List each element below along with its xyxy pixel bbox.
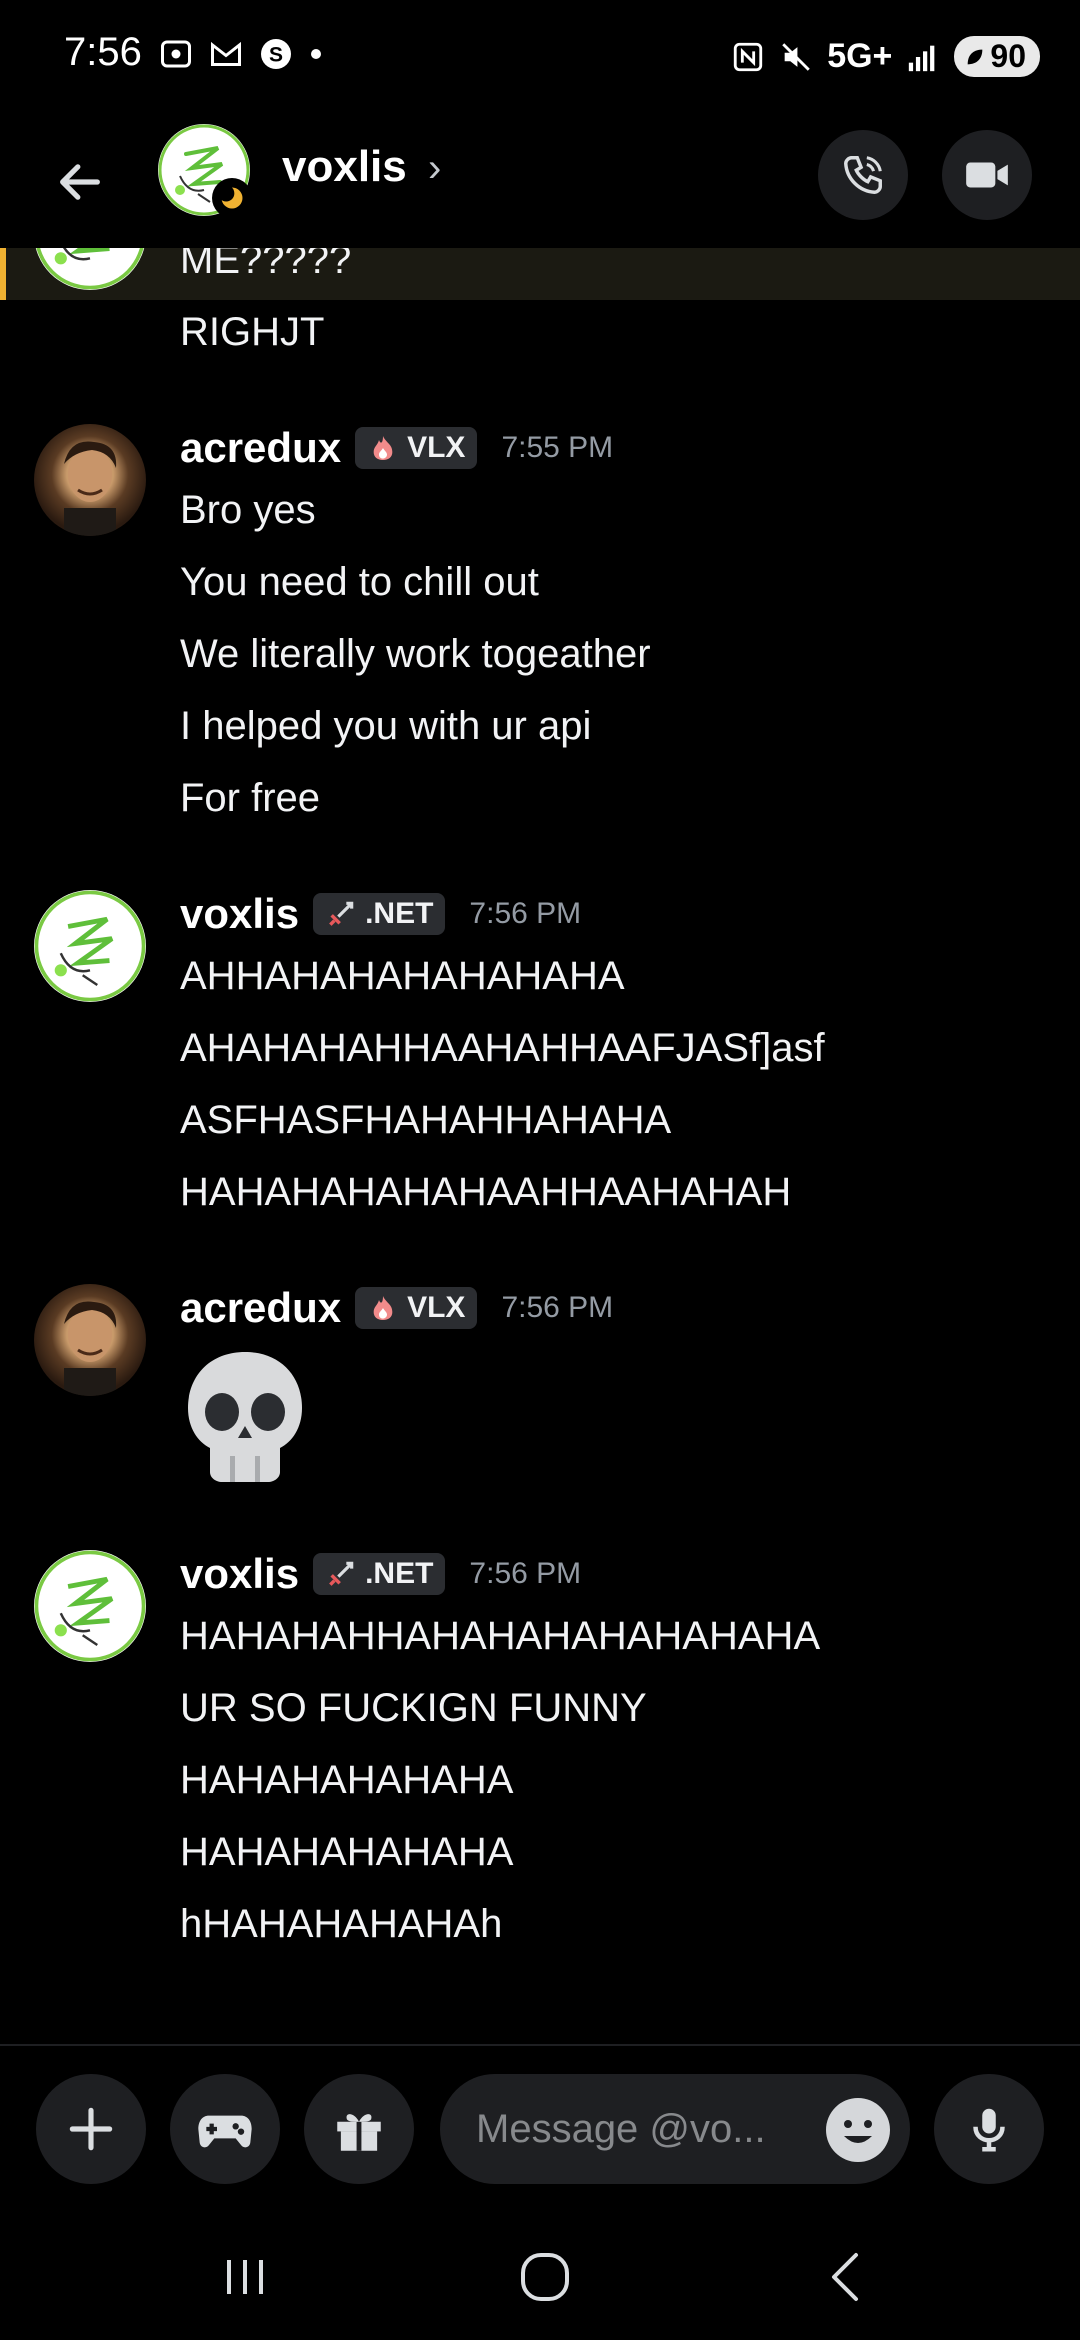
chat-header: voxlis › bbox=[0, 120, 1080, 248]
author-name[interactable]: acredux bbox=[180, 1284, 341, 1332]
message-header: acredux VLX 7:56 PM bbox=[180, 1284, 613, 1332]
sword-badge-icon bbox=[329, 1561, 354, 1586]
battery-indicator: 90 bbox=[954, 36, 1040, 77]
video-call-button[interactable] bbox=[942, 130, 1032, 220]
avatar[interactable] bbox=[34, 1284, 146, 1396]
message-text: ASFHASFHAHAHHAHAHA bbox=[180, 1098, 672, 1142]
home-button[interactable] bbox=[500, 2242, 590, 2312]
author-name[interactable]: voxlis bbox=[180, 890, 299, 938]
message-text: ME????? bbox=[180, 248, 352, 282]
clan-tag-label: VLX bbox=[407, 431, 466, 464]
clan-tag-label: .NET bbox=[365, 897, 434, 930]
mute-icon bbox=[782, 42, 810, 71]
message-text: HAHAHAHAHAHA bbox=[180, 1758, 514, 1802]
author-name[interactable]: acredux bbox=[180, 424, 341, 472]
message-text: I helped you with ur api bbox=[180, 704, 592, 748]
system-back-button[interactable] bbox=[800, 2242, 890, 2312]
flame-badge-icon bbox=[373, 1296, 393, 1320]
message-text: For free bbox=[180, 776, 321, 820]
gift-icon bbox=[337, 2114, 381, 2151]
status-bar: 7:56 S 5G+ 90 bbox=[0, 0, 1080, 120]
message-timestamp: 7:55 PM bbox=[501, 431, 614, 464]
recent-apps-icon bbox=[227, 2260, 263, 2294]
clan-tag[interactable]: VLX bbox=[355, 1287, 478, 1329]
clan-tag-label: VLX bbox=[407, 1291, 466, 1324]
activities-button[interactable] bbox=[170, 2074, 280, 2184]
mention-highlight bbox=[0, 248, 1080, 300]
clan-tag-label: .NET bbox=[365, 1557, 434, 1590]
avatar[interactable] bbox=[34, 890, 146, 1002]
svg-text:S: S bbox=[269, 44, 283, 67]
network-type: 5G+ bbox=[827, 37, 893, 75]
message-text: HAHAHAHAHAHA bbox=[180, 1830, 514, 1874]
smiley-icon bbox=[828, 2100, 888, 2160]
gift-button[interactable] bbox=[304, 2074, 414, 2184]
voice-message-button[interactable] bbox=[934, 2074, 1044, 2184]
screenshot-icon bbox=[161, 40, 191, 68]
author-name[interactable]: voxlis bbox=[180, 1550, 299, 1598]
system-icons: 5G+ 90 bbox=[731, 36, 1040, 77]
avatar[interactable] bbox=[34, 1550, 146, 1662]
skull-emoji bbox=[188, 1352, 302, 1482]
notification-icons: S bbox=[158, 36, 324, 72]
home-icon bbox=[521, 2253, 569, 2301]
gmail-icon bbox=[211, 41, 241, 66]
message-timestamp: 7:56 PM bbox=[469, 897, 582, 930]
message-input[interactable]: Message @vo... bbox=[440, 2074, 910, 2184]
back-button[interactable] bbox=[40, 142, 120, 222]
system-navigation-bar bbox=[0, 2212, 1080, 2340]
clan-tag[interactable]: VLX bbox=[355, 427, 478, 469]
message-header: voxlis .NET 7:56 PM bbox=[180, 890, 581, 938]
flame-badge-icon bbox=[373, 436, 393, 460]
message-text: RIGHJT bbox=[180, 310, 325, 354]
recent-apps-button[interactable] bbox=[200, 2242, 290, 2312]
signal-icon bbox=[909, 45, 935, 71]
clan-tag[interactable]: .NET bbox=[313, 1553, 446, 1595]
channel-name[interactable]: voxlis bbox=[282, 142, 407, 192]
message-text: HAHAHAHAHAHAAHHAAHAHAH bbox=[180, 1170, 792, 1214]
voice-call-button[interactable] bbox=[818, 130, 908, 220]
battery-level: 90 bbox=[990, 38, 1026, 74]
message-text: hHAHAHAHAHAh bbox=[180, 1902, 503, 1946]
message-text: AHHAHAHAHAHAHAHA bbox=[180, 954, 625, 998]
phone-icon bbox=[844, 156, 882, 194]
message-text: We literally work togeather bbox=[180, 632, 651, 676]
message-text: HAHAHAHHAHAHAHAHAHAHAHA bbox=[180, 1614, 821, 1658]
nfc-icon bbox=[734, 42, 763, 71]
battery-leaf-icon bbox=[968, 49, 983, 64]
chevron-right-icon[interactable]: › bbox=[428, 146, 441, 191]
skype-icon: S bbox=[261, 39, 291, 69]
avatar[interactable] bbox=[34, 424, 146, 536]
message-input-placeholder: Message @vo... bbox=[476, 2106, 766, 2151]
message-composer: Message @vo... bbox=[0, 2044, 1080, 2212]
message-text: AHAHAHAHHAAHAHHAAFJASf]asf bbox=[180, 1026, 825, 1070]
message-list[interactable]: ME????? RIGHJT acredux VLX 7:55 PM Bro y… bbox=[0, 248, 1080, 2044]
message-header: voxlis .NET 7:56 PM bbox=[180, 1550, 581, 1598]
sword-badge-icon bbox=[329, 901, 354, 926]
emoji-button[interactable] bbox=[826, 2098, 890, 2162]
idle-status-icon bbox=[212, 178, 252, 218]
gamepad-icon bbox=[198, 2115, 252, 2148]
plus-icon bbox=[69, 2107, 113, 2151]
message-timestamp: 7:56 PM bbox=[501, 1291, 614, 1324]
message-header: acredux VLX 7:55 PM bbox=[180, 424, 613, 472]
message-text: Bro yes bbox=[180, 488, 316, 532]
status-time: 7:56 bbox=[64, 30, 142, 74]
microphone-icon bbox=[973, 2108, 1005, 2152]
arrow-left-icon bbox=[60, 164, 100, 200]
dot-icon bbox=[311, 49, 321, 59]
chevron-left-icon bbox=[832, 2253, 858, 2301]
message-timestamp: 7:56 PM bbox=[469, 1557, 582, 1590]
attach-button[interactable] bbox=[36, 2074, 146, 2184]
message-text: You need to chill out bbox=[180, 560, 539, 604]
video-camera-icon bbox=[966, 162, 1008, 188]
clan-tag[interactable]: .NET bbox=[313, 893, 446, 935]
message-text: UR SO FUCKIGN FUNNY bbox=[180, 1686, 647, 1730]
